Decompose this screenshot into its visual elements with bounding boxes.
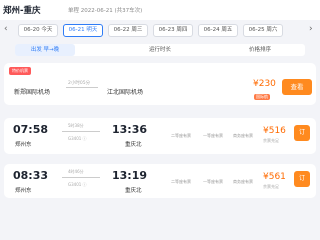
ticket-price: ¥561 [263,172,286,182]
seat-first-class: 一等座有票 [203,179,223,184]
date-item[interactable]: 06-23 周四 [153,24,193,37]
tab-departure[interactable]: 出发 早→晚 [15,44,75,56]
date-item[interactable]: 06-20 今天 [18,24,58,37]
train-number[interactable]: G3401 ⓘ [68,136,87,142]
availability-note: 余票充足 [263,138,279,143]
promo-badge: 特价机票 [9,67,31,75]
travel-duration: 5时38分 [68,123,84,128]
departure-station: 郑州东 [15,142,32,148]
arrival-station: 重庆北 [125,142,142,148]
flight-price: ¥230 [253,79,276,89]
tab-duration[interactable]: 运行时长 [115,44,205,56]
route-line [62,131,100,132]
train-row[interactable]: 07:58 郑州东 5时38分 G3401 ⓘ 13:36 重庆北 二等座有票 … [4,118,316,154]
train-number[interactable]: G3401 ⓘ [68,182,87,188]
seat-second-class: 二等座有票 [171,133,191,138]
route-line [62,177,100,178]
seat-first-class: 一等座有票 [203,133,223,138]
date-item[interactable]: 06-22 周三 [108,24,148,37]
ticket-price: ¥516 [263,126,286,136]
departure-station: 郑州东 [15,188,32,194]
seat-business-class: 商务座有票 [233,133,253,138]
flight-tag: 国际航 [254,94,270,100]
route-title: 郑州-重庆 [3,6,41,16]
date-item[interactable]: 06-24 周五 [198,24,238,37]
tab-price[interactable]: 价格排序 [215,44,305,56]
arrival-airport: 江北国际机场 [107,89,144,96]
page-header: 郑州-重庆 单程 2022-06-21 (共37车次) [0,0,320,20]
route-line [66,87,98,88]
trip-summary: 单程 2022-06-21 (共37车次) [68,8,143,14]
flight-promo-card[interactable]: 特价机票 新郑国际机场 2小时05分 江北国际机场 ¥230 国际航 查看 [4,63,316,105]
availability-note: 余票充足 [263,184,279,189]
date-item[interactable]: 06-25 周六 [243,24,283,37]
chevron-left-icon[interactable]: ‹ [4,24,8,34]
arrival-station: 重庆北 [125,188,142,194]
seat-business-class: 商务座有票 [233,179,253,184]
seat-second-class: 二等座有票 [171,179,191,184]
travel-duration: 4时46分 [68,169,84,174]
departure-time: 08:33 [13,169,49,182]
sort-tabs: 出发 早→晚 运行时长 价格排序 [15,44,305,56]
book-button[interactable]: 订 [294,125,310,141]
train-row[interactable]: 08:33 郑州东 4时46分 G3401 ⓘ 13:19 重庆北 二等座有票 … [4,164,316,198]
chevron-right-icon[interactable]: › [309,24,313,34]
date-item-selected[interactable]: 06-21 明天 [63,24,103,37]
departure-airport: 新郑国际机场 [14,89,51,96]
book-button[interactable]: 订 [294,171,310,187]
view-flight-button[interactable]: 查看 [282,79,312,95]
arrival-time: 13:19 [112,169,148,182]
departure-time: 07:58 [13,123,49,136]
flight-duration: 2小时05分 [68,81,91,86]
date-selector: ‹ 06-20 今天 06-21 明天 06-22 周三 06-23 周四 06… [0,22,320,40]
arrival-time: 13:36 [112,123,148,136]
